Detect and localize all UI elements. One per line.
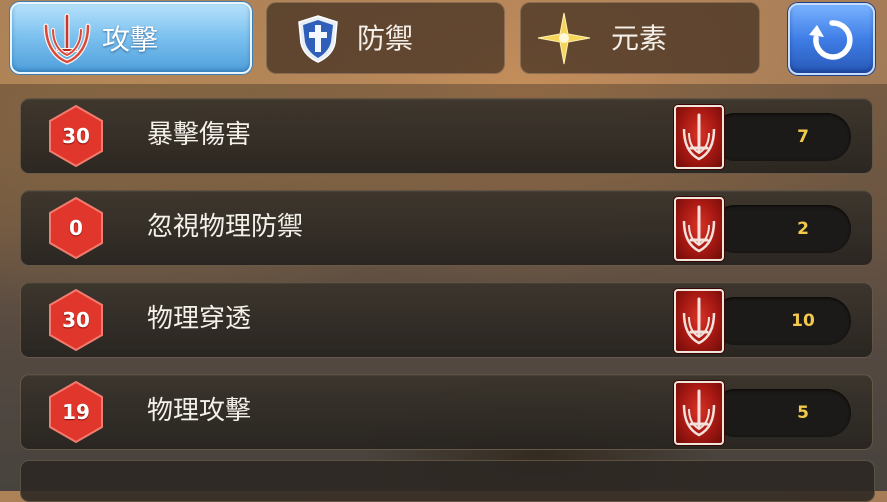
- stat-name: 忽視物理防禦: [147, 212, 304, 242]
- tab-element[interactable]: 元素: [520, 2, 760, 74]
- stat-name: 物理穿透: [147, 304, 252, 334]
- stat-value: 2: [797, 219, 809, 239]
- stat-name: 物理攻擊: [147, 396, 252, 426]
- stat-level-badge: 30: [62, 124, 90, 148]
- stat-level-badge: 30: [62, 308, 90, 332]
- tab-defense[interactable]: 防禦: [266, 2, 505, 74]
- sword-card-icon[interactable]: [674, 105, 724, 169]
- stat-row-ignore-physical-defense: 0 忽視物理防禦 2: [20, 190, 873, 266]
- sword-card-icon[interactable]: [674, 289, 724, 353]
- gold-star-icon: [535, 9, 593, 67]
- tab-attack-label: 攻擊: [102, 23, 159, 56]
- cross-shield-icon: [289, 9, 347, 67]
- stat-value: 10: [791, 311, 815, 331]
- tab-element-label: 元素: [611, 22, 668, 55]
- tab-defense-label: 防禦: [357, 22, 414, 55]
- stat-value: 7: [797, 127, 809, 147]
- crossed-swords-icon: [38, 10, 96, 68]
- sword-card-icon[interactable]: [674, 197, 724, 261]
- stat-level-badge: 0: [69, 216, 83, 240]
- stat-name: 暴擊傷害: [147, 120, 252, 150]
- stat-row-crit-damage: 30 暴擊傷害 7: [20, 98, 873, 174]
- stat-level-badge: 19: [62, 400, 90, 424]
- stat-row-physical-attack: 19 物理攻擊 5: [20, 374, 873, 450]
- refresh-icon: [809, 20, 853, 60]
- tab-attack[interactable]: 攻擊: [10, 2, 252, 74]
- refresh-button[interactable]: [788, 3, 875, 75]
- stat-row-physical-penetration: 30 物理穿透 10: [20, 282, 873, 358]
- stat-value: 5: [797, 403, 809, 423]
- category-tab-bar: 攻擊 防禦 元素: [0, 0, 887, 80]
- stat-row-next-partial: [20, 460, 875, 502]
- sword-card-icon[interactable]: [674, 381, 724, 445]
